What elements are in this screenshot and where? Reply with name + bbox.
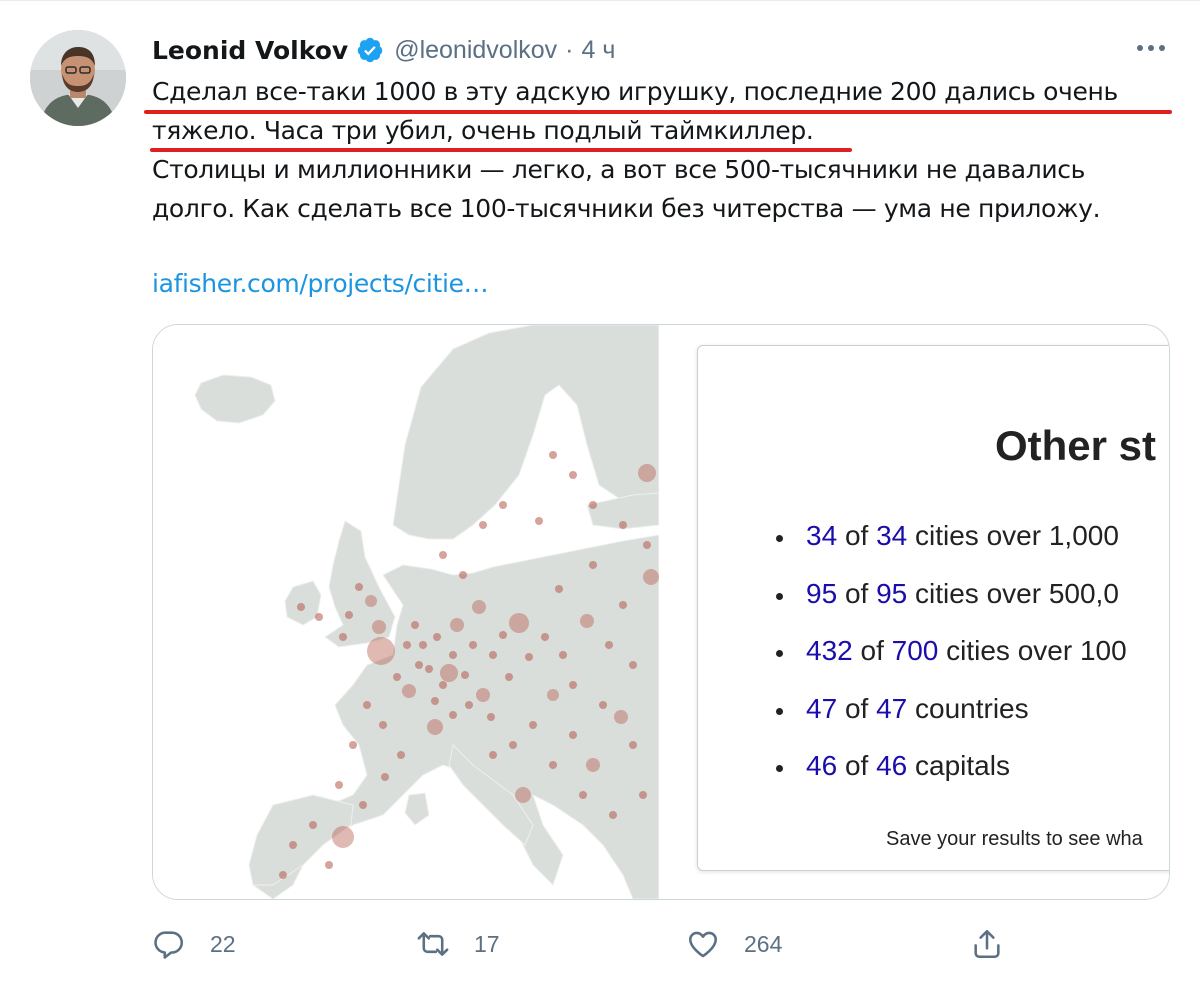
stat-found: 432 [806, 635, 853, 666]
share-button[interactable] [970, 922, 1028, 966]
like-count: 264 [744, 930, 783, 957]
stat-total: 95 [876, 577, 908, 609]
stat-label: cities over 1,000 [915, 520, 1119, 551]
more-dot [1148, 45, 1154, 51]
author-name[interactable]: Leonid Volkov [152, 36, 348, 65]
stat-of: of [844, 577, 869, 609]
verified-badge-icon [357, 37, 383, 63]
stat-item: 432 of 700 cities over 100 [768, 635, 1127, 693]
europe-map-image [153, 325, 660, 899]
save-results-note: Save your results to see wha [886, 828, 1143, 850]
reply-icon [154, 931, 184, 959]
retweet-button[interactable]: 17 [416, 922, 500, 966]
stat-found: 46 [806, 750, 838, 781]
stat-item: 34 of 34 cities over 1,000 [768, 520, 1127, 578]
stat-found: 47 [806, 692, 838, 724]
tweet-link[interactable]: iafisher.com/projects/citie… [152, 269, 489, 298]
tweet-text-line: долго. Как сделать все 100-тысячники без… [152, 194, 1101, 223]
stat-of: of [844, 692, 869, 724]
like-icon [688, 931, 718, 958]
stats-list: 34 of 34 cities over 1,000 95 of 95 citi… [768, 520, 1127, 808]
panel-title: Other st [995, 422, 1157, 469]
stat-item: 47 of 47 countries [768, 693, 1127, 751]
tweet-text-line: Сделал все-таки 1000 в эту адскую игрушк… [152, 77, 1118, 106]
stat-label: cities over 100 [946, 635, 1127, 666]
tweet-text-line: тяжело. Часа три убил, очень подлый тайм… [152, 116, 814, 145]
reply-count: 22 [210, 930, 236, 957]
like-button[interactable]: 264 [686, 922, 782, 966]
stat-total: 700 [891, 635, 939, 666]
top-divider [0, 0, 1200, 1]
more-options-icon[interactable] [1134, 38, 1168, 58]
stat-found: 95 [806, 577, 838, 609]
results-panel-area: Other st 34 of 34 cities over 1,000 95 o… [659, 325, 1169, 899]
stat-of: of [844, 750, 869, 781]
stat-label: capitals [915, 750, 1010, 781]
media-card[interactable]: Other st 34 of 34 cities over 1,000 95 o… [152, 324, 1170, 900]
stat-label: countries [915, 692, 1029, 724]
stat-found: 34 [806, 520, 838, 551]
stat-total: 46 [876, 750, 908, 781]
tweet-timestamp[interactable]: 4 ч [581, 36, 615, 65]
separator-dot: · [565, 35, 574, 64]
share-icon [974, 929, 1000, 959]
retweet-count: 17 [474, 930, 500, 957]
results-panel: Other st 34 of 34 cities over 1,000 95 o… [697, 345, 1169, 871]
highlight-underline [144, 110, 1172, 114]
stat-of: of [860, 635, 884, 666]
stat-total: 47 [876, 692, 908, 724]
more-dot [1137, 45, 1143, 51]
tweet-link-line: iafisher.com/projects/citie… [152, 264, 1182, 303]
reply-button[interactable]: 22 [152, 922, 236, 966]
author-handle[interactable]: @leonidvolkov [394, 36, 557, 65]
tweet-header: Leonid Volkov @leonidvolkov · 4 ч [152, 30, 615, 70]
stat-total: 34 [876, 520, 908, 551]
europe-map [153, 325, 660, 899]
avatar-photo [30, 30, 126, 126]
stat-of: of [844, 520, 869, 551]
stat-item: 46 of 46 capitals [768, 750, 1127, 808]
retweet-icon [417, 932, 449, 956]
tweet-actions: 22 17 264 [152, 922, 1052, 966]
tweet-text-line: Столицы и миллионники — легко, а вот все… [152, 155, 1086, 184]
stat-item: 95 of 95 cities over 500,0 [768, 578, 1127, 636]
avatar[interactable] [30, 30, 126, 126]
stat-label: cities over 500,0 [915, 577, 1119, 609]
highlight-underline [150, 148, 852, 152]
more-dot [1159, 45, 1165, 51]
